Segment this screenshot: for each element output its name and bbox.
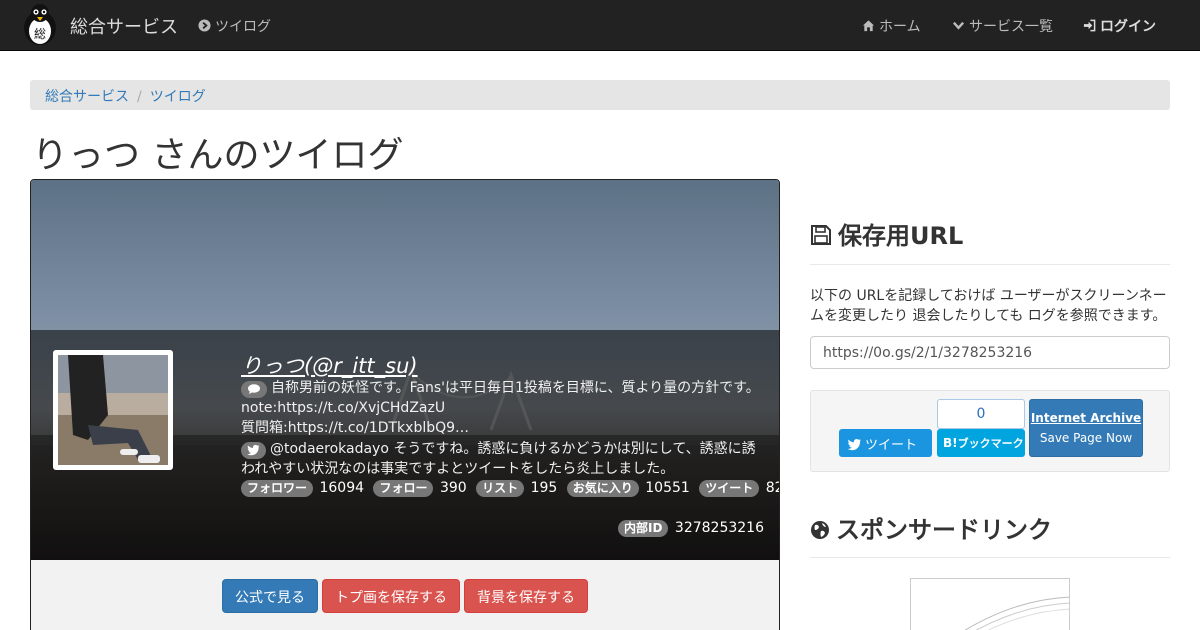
profile-card: りっつ(@r_itt_su) 自称男前の妖怪です。Fans'は平日毎日1投稿を目… — [30, 179, 780, 630]
svg-text:総: 総 — [34, 27, 46, 41]
save-top-image-button[interactable]: トプ画を保存する — [322, 579, 460, 613]
nav-login-label: ログイン — [1100, 19, 1156, 35]
avatar-image — [58, 355, 168, 465]
stat-followers-label: フォロワー — [241, 480, 314, 497]
save-url-heading: 保存用URL — [810, 216, 963, 251]
nav-login[interactable]: ログイン — [1083, 16, 1156, 36]
stat-tweets-label: ツイート — [699, 480, 760, 497]
divider — [810, 557, 1170, 558]
save-background-button[interactable]: 背景を保存する — [464, 579, 588, 613]
stat-followers-value: 16094 — [319, 480, 365, 496]
hatena-bookmark-label: ブックマーク — [957, 437, 1024, 450]
bio-line-2: note:https://t.co/XvjCHdZazU — [241, 400, 446, 416]
chevron-down-icon — [952, 21, 965, 30]
sponsored-heading-text: スポンサードリンク — [836, 516, 1052, 544]
sponsored-ad-image[interactable] — [910, 578, 1070, 630]
share-panel: ツイート 0 B!ブックマーク Internet Archive Save Pa… — [810, 390, 1170, 472]
breadcrumb-home[interactable]: 総合サービス — [45, 89, 129, 105]
sign-in-icon — [1083, 19, 1096, 32]
hatena-b-icon: B! — [943, 436, 958, 450]
nav-home-label: ホーム — [879, 19, 921, 35]
save-url-heading-text: 保存用URL — [838, 222, 964, 250]
nav-services-label: サービス一覧 — [969, 19, 1053, 35]
latest-tweet: @todaerokadayo そうですね。誘惑に負けるかどうかは別にして、誘惑に… — [241, 439, 769, 479]
nav-tsuilog[interactable]: ツイログ — [198, 16, 271, 36]
save-url-description: 以下の URLを記録しておけば ユーザーがスクリーンネームを変更したり 退会した… — [810, 288, 1167, 324]
internal-id: 内部ID 3278253216 — [618, 520, 764, 537]
brand-link[interactable]: 総合サービス — [70, 13, 178, 39]
twitter-bird-icon — [847, 438, 861, 451]
profile-actions: 公式で見る トプ画を保存する 背景を保存する — [222, 579, 592, 613]
internet-archive-subtitle: Save Page Now — [1039, 431, 1133, 445]
floppy-disk-icon — [811, 225, 831, 245]
chevron-circle-right-icon — [198, 19, 211, 32]
profile-avatar[interactable] — [53, 350, 173, 470]
globe-icon — [811, 521, 829, 539]
profile-stats: フォロワー 16094 フォロー 390 リスト 195 お気に入り 10551… — [241, 480, 779, 497]
view-official-button[interactable]: 公式で見る — [222, 579, 318, 613]
sponsored-heading: スポンサードリンク — [810, 510, 1052, 545]
internet-archive-button[interactable]: Internet Archive Save Page Now — [1029, 399, 1143, 457]
stat-tweets-value: 8270 — [765, 480, 779, 496]
home-icon — [862, 20, 875, 32]
hatena-count: 0 — [937, 399, 1025, 429]
bio-line-3: 質問箱:https://t.co/1DTkxblbQ9… — [241, 420, 470, 436]
twitter-icon — [241, 442, 266, 459]
internal-id-value: 3278253216 — [674, 520, 764, 536]
internal-id-label: 内部ID — [618, 520, 669, 537]
hatena-bookmark-button[interactable]: B!ブックマーク — [937, 429, 1025, 457]
nav-home[interactable]: ホーム — [862, 16, 921, 36]
nav-services[interactable]: サービス一覧 — [952, 16, 1053, 36]
nav-tsuilog-label: ツイログ — [215, 19, 271, 35]
tweet-button-label: ツイート — [865, 438, 918, 453]
stat-favorites-value: 10551 — [645, 480, 690, 496]
tweet-button[interactable]: ツイート — [839, 429, 932, 457]
breadcrumb-current[interactable]: ツイログ — [150, 89, 206, 105]
penguin-logo-icon[interactable]: 総 — [20, 2, 60, 46]
save-url-input[interactable] — [810, 336, 1170, 369]
navbar: 総 総合サービス ツイログ ホーム サービス一覧 ログイン — [0, 0, 1200, 51]
stat-following-value: 390 — [439, 480, 467, 496]
profile-name-link[interactable]: りっつ(@r_itt_su) — [241, 350, 418, 380]
ad-graphic — [964, 596, 1069, 630]
profile-bio: 自称男前の妖怪です。Fans'は平日毎日1投稿を目標に、質より量の方針です。 n… — [241, 378, 769, 438]
stat-favorites-label: お気に入り — [566, 480, 639, 497]
internet-archive-title: Internet Archive — [1030, 411, 1142, 425]
page-title: りっつ さんのツイログ — [32, 135, 404, 176]
breadcrumb-separator: / — [137, 89, 142, 105]
stat-following-label: フォロー — [373, 480, 434, 497]
comment-icon — [241, 381, 267, 398]
breadcrumb: 総合サービス / ツイログ — [30, 80, 1170, 110]
divider — [810, 264, 1170, 265]
tweet-user: @todaerokadayo — [270, 441, 389, 457]
bio-line-1: 自称男前の妖怪です。Fans'は平日毎日1投稿を目標に、質より量の方針です。 — [271, 380, 760, 396]
stat-lists-label: リスト — [476, 480, 525, 497]
stat-lists-value: 195 — [530, 480, 558, 496]
